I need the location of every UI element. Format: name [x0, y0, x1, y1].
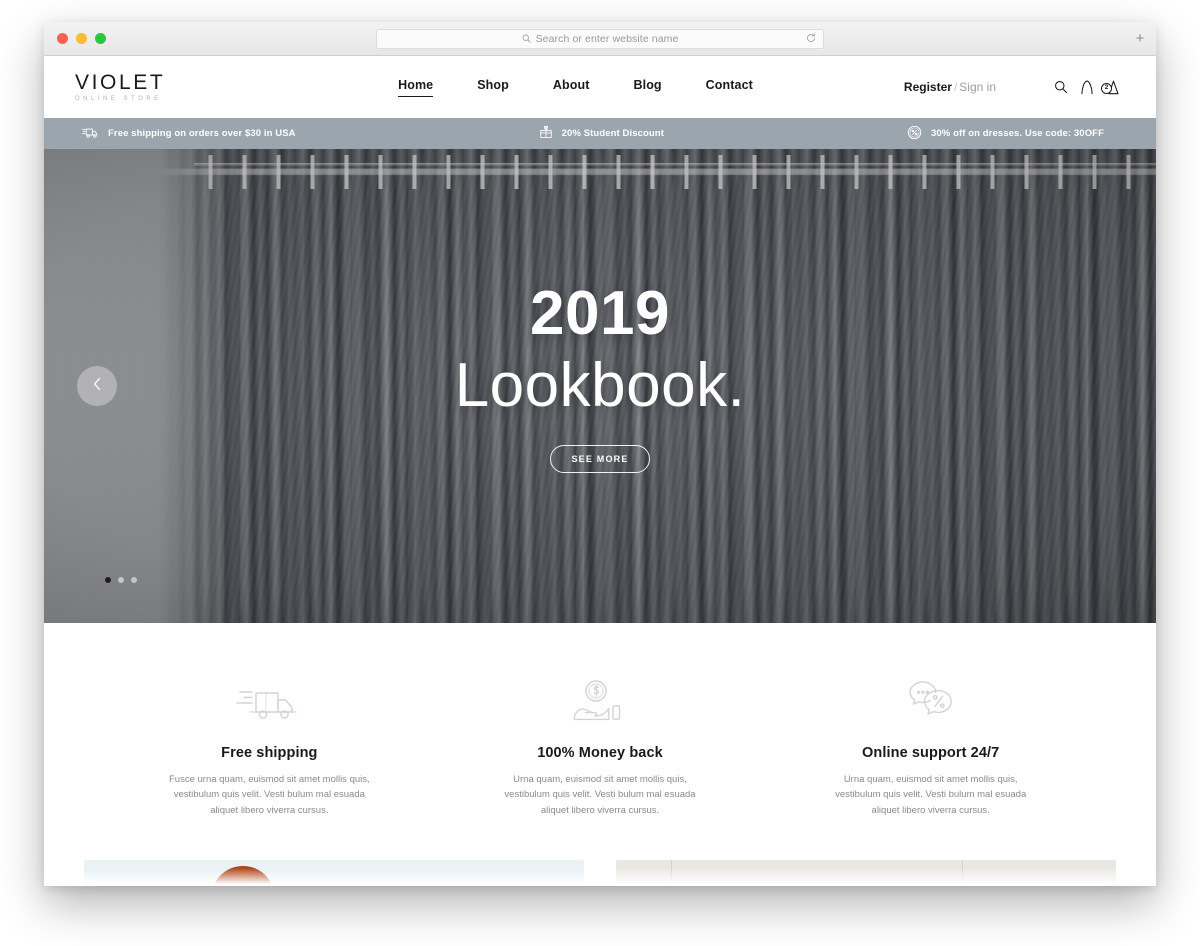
minimize-window-button[interactable]	[76, 33, 87, 44]
feature-description: Urna quam, euismod sit amet mollis quis,…	[504, 774, 696, 816]
auth-links: Register / Sign in	[904, 80, 996, 94]
chevron-left-icon	[92, 377, 103, 396]
hero-year: 2019	[530, 279, 670, 349]
gift-box-icon	[539, 125, 553, 142]
address-bar-placeholder: Search or enter website name	[535, 32, 679, 45]
promo-card-panel[interactable]	[616, 860, 1116, 886]
hero-carousel: 2019 Lookbook. SEE MORE	[44, 149, 1156, 623]
nav-item-blog[interactable]: Blog	[634, 78, 662, 97]
percent-circle-icon	[907, 125, 922, 143]
feature-description: Urna quam, euismod sit amet mollis quis,…	[835, 774, 1027, 816]
announcement-text: Free shipping on orders over $30 in USA	[108, 128, 296, 139]
announcement-text: 20% Student Discount	[561, 128, 664, 139]
site-logo[interactable]: VIOLET ONLINE STORE	[75, 72, 275, 102]
promo-card-model[interactable]	[84, 860, 584, 886]
page-stage: Search or enter website name + VIOLET ON…	[0, 0, 1200, 946]
hero-content: 2019 Lookbook. SEE MORE	[44, 149, 1156, 623]
feature-title: 100% Money back	[537, 745, 663, 761]
maximize-window-button[interactable]	[95, 33, 106, 44]
feature-title: Free shipping	[221, 745, 318, 761]
search-icon	[522, 30, 531, 48]
new-tab-button[interactable]: +	[1132, 31, 1148, 47]
nav-item-about[interactable]: About	[553, 78, 590, 97]
delivery-truck-icon	[236, 675, 302, 731]
feature-free-shipping: Free shipping Fusce urna quam, euismod s…	[104, 675, 435, 818]
carousel-dot-3[interactable]	[131, 577, 137, 583]
announcement-text: 30% off on dresses. Use code: 30OFF	[931, 128, 1104, 139]
carousel-dot-2[interactable]	[118, 577, 124, 583]
panel-divider	[962, 860, 963, 886]
window-controls	[57, 33, 106, 44]
panel-divider	[671, 860, 672, 886]
main-navigation: Home Shop About Blog Contact	[275, 78, 876, 97]
shopping-bag-icon[interactable]: 2	[1100, 79, 1126, 95]
announcement-student-discount: 20% Student Discount	[539, 125, 664, 142]
carousel-dots	[105, 577, 137, 583]
search-icon[interactable]	[1048, 80, 1074, 94]
promo-cards	[44, 860, 1156, 886]
cart-count-badge: 2	[1101, 83, 1112, 94]
carousel-dot-1[interactable]	[105, 577, 111, 583]
see-more-button[interactable]: SEE MORE	[550, 444, 650, 473]
delivery-truck-icon	[81, 126, 99, 142]
hand-holding-coin-icon	[571, 675, 629, 731]
header-actions: Register / Sign in 2	[876, 79, 1126, 95]
logo-tagline: ONLINE STORE	[75, 96, 162, 102]
features-section: Free shipping Fusce urna quam, euismod s…	[44, 623, 1156, 819]
reload-icon[interactable]	[806, 30, 816, 48]
model-photo	[212, 866, 274, 886]
feature-online-support: Online support 24/7 Urna quam, euismod s…	[765, 675, 1096, 818]
site-header: VIOLET ONLINE STORE Home Shop About Blog…	[44, 56, 1156, 118]
announcement-bar: Free shipping on orders over $30 in USA …	[44, 118, 1156, 149]
browser-chrome: Search or enter website name +	[44, 22, 1156, 56]
user-account-icon[interactable]	[1074, 79, 1100, 95]
register-link[interactable]: Register	[904, 80, 952, 94]
carousel-prev-button[interactable]	[77, 366, 117, 406]
signin-link[interactable]: Sign in	[959, 80, 996, 94]
logo-name: VIOLET	[75, 71, 166, 94]
announcement-dresses-discount: 30% off on dresses. Use code: 30OFF	[907, 125, 1104, 143]
feature-title: Online support 24/7	[862, 745, 1000, 761]
nav-item-shop[interactable]: Shop	[477, 78, 509, 97]
announcement-free-shipping: Free shipping on orders over $30 in USA	[81, 126, 296, 142]
hero-title: Lookbook.	[454, 351, 746, 421]
chat-bubbles-percent-icon	[900, 675, 962, 731]
browser-window: Search or enter website name + VIOLET ON…	[44, 22, 1156, 886]
auth-separator: /	[953, 80, 958, 94]
close-window-button[interactable]	[57, 33, 68, 44]
feature-money-back: 100% Money back Urna quam, euismod sit a…	[435, 675, 766, 818]
nav-item-contact[interactable]: Contact	[706, 78, 753, 97]
nav-item-home[interactable]: Home	[398, 78, 434, 97]
feature-description: Fusce urna quam, euismod sit amet mollis…	[169, 774, 370, 816]
address-bar[interactable]: Search or enter website name	[376, 28, 824, 49]
